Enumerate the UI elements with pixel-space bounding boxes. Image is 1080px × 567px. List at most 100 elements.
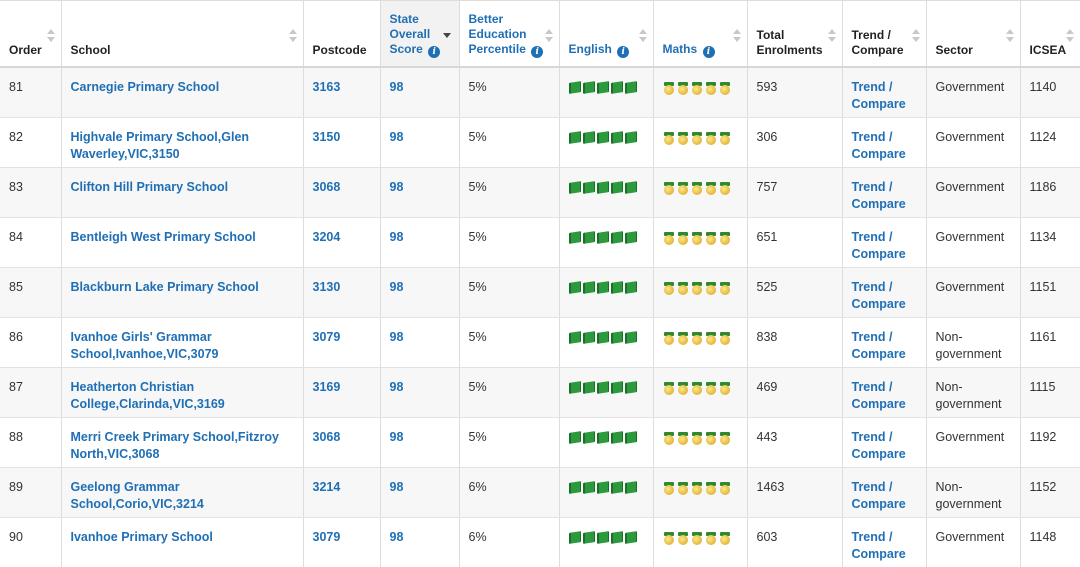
school-link[interactable]: Blackburn Lake Primary School bbox=[61, 267, 304, 318]
enrolments-cell: 838 bbox=[747, 317, 843, 368]
english-rating bbox=[568, 329, 647, 344]
school-link[interactable]: Bentleigh West Primary School bbox=[61, 217, 304, 268]
sort-icon[interactable] bbox=[544, 29, 553, 43]
column-header-english[interactable]: English i bbox=[559, 0, 654, 68]
table-row: 90 Ivanhoe Primary School 3079 98 6% 603… bbox=[0, 517, 1080, 567]
medal-icon bbox=[677, 281, 689, 295]
school-link[interactable]: Highvale Primary School,Glen Waverley,VIC… bbox=[61, 117, 304, 168]
icsea-cell: 1186 bbox=[1020, 167, 1080, 218]
sort-icon[interactable] bbox=[288, 29, 297, 43]
maths-rating-cell bbox=[653, 117, 748, 168]
column-header-maths[interactable]: Maths i bbox=[653, 0, 748, 68]
trend-compare-link[interactable]: Trend / Compare bbox=[842, 66, 927, 118]
school-link[interactable]: Ivanhoe Primary School bbox=[61, 517, 304, 567]
info-icon[interactable]: i bbox=[428, 45, 441, 58]
score-link[interactable]: 98 bbox=[380, 117, 460, 168]
enrolments-cell: 525 bbox=[747, 267, 843, 318]
medal-icon bbox=[691, 281, 703, 295]
score-link[interactable]: 98 bbox=[380, 317, 460, 368]
medal-icon bbox=[663, 131, 675, 145]
postcode-link[interactable]: 3068 bbox=[303, 167, 381, 218]
info-icon[interactable]: i bbox=[702, 45, 715, 58]
school-link[interactable]: Heatherton Christian College,Clarinda,VIC… bbox=[61, 367, 304, 418]
school-link[interactable]: Clifton Hill Primary School bbox=[61, 167, 304, 218]
trend-compare-link[interactable]: Trend / Compare bbox=[842, 367, 927, 418]
column-header-order[interactable]: Order bbox=[0, 0, 62, 68]
book-icon bbox=[610, 430, 623, 444]
trend-compare-link[interactable]: Trend / Compare bbox=[842, 117, 927, 168]
english-rating-cell bbox=[559, 117, 654, 168]
sort-icon[interactable] bbox=[1066, 29, 1074, 43]
postcode-link[interactable]: 3130 bbox=[303, 267, 381, 318]
trend-compare-link[interactable]: Trend / Compare bbox=[842, 267, 927, 318]
book-icon bbox=[610, 480, 623, 494]
order-cell: 88 bbox=[0, 417, 62, 468]
score-link[interactable]: 98 bbox=[380, 417, 460, 468]
column-header-trend-compare[interactable]: Trend / Compare bbox=[842, 0, 927, 68]
english-rating bbox=[568, 479, 647, 494]
column-header-sector[interactable]: Sector bbox=[926, 0, 1021, 68]
medal-icon bbox=[719, 531, 731, 545]
postcode-link[interactable]: 3169 bbox=[303, 367, 381, 418]
score-link[interactable]: 98 bbox=[380, 517, 460, 567]
postcode-link[interactable]: 3204 bbox=[303, 217, 381, 268]
info-icon[interactable]: i bbox=[617, 45, 630, 58]
medal-icon bbox=[691, 431, 703, 445]
score-link[interactable]: 98 bbox=[380, 167, 460, 218]
book-icon bbox=[624, 80, 637, 94]
score-link[interactable]: 98 bbox=[380, 267, 460, 318]
postcode-link[interactable]: 3163 bbox=[303, 66, 381, 118]
trend-compare-link[interactable]: Trend / Compare bbox=[842, 417, 927, 468]
postcode-link[interactable]: 3150 bbox=[303, 117, 381, 168]
postcode-link[interactable]: 3079 bbox=[303, 317, 381, 368]
trend-compare-link[interactable]: Trend / Compare bbox=[842, 517, 927, 567]
postcode-link[interactable]: 3079 bbox=[303, 517, 381, 567]
school-link[interactable]: Carnegie Primary School bbox=[61, 66, 304, 118]
trend-compare-link[interactable]: Trend / Compare bbox=[842, 217, 927, 268]
book-icon bbox=[568, 180, 581, 194]
book-icon bbox=[582, 80, 595, 94]
table-row: 86 Ivanhoe Girls' Grammar School,Ivanhoe,… bbox=[0, 317, 1080, 368]
sort-icon[interactable] bbox=[732, 29, 741, 43]
icsea-cell: 1152 bbox=[1020, 467, 1080, 518]
school-link[interactable]: Geelong Grammar School,Corio,VIC,3214 bbox=[61, 467, 304, 518]
trend-compare-link[interactable]: Trend / Compare bbox=[842, 467, 927, 518]
sort-icon[interactable] bbox=[638, 29, 647, 43]
book-icon bbox=[624, 230, 637, 244]
score-link[interactable]: 98 bbox=[380, 467, 460, 518]
score-link[interactable]: 98 bbox=[380, 367, 460, 418]
school-link[interactable]: Merri Creek Primary School,Fitzroy North,… bbox=[61, 417, 304, 468]
sort-icon[interactable] bbox=[46, 29, 55, 43]
percentile-cell: 5% bbox=[459, 117, 560, 168]
medal-icon bbox=[677, 381, 689, 395]
sector-cell: Non-government bbox=[926, 467, 1021, 518]
column-header-postcode[interactable]: Postcode bbox=[303, 0, 381, 68]
column-header-total-enrolments[interactable]: Total Enrolments bbox=[747, 0, 843, 68]
sort-descending-icon[interactable] bbox=[442, 33, 451, 38]
book-icon bbox=[568, 130, 581, 144]
postcode-link[interactable]: 3214 bbox=[303, 467, 381, 518]
trend-compare-link[interactable]: Trend / Compare bbox=[842, 317, 927, 368]
column-header-state-overall-score[interactable]: State Overall Score i bbox=[380, 0, 460, 68]
sort-icon[interactable] bbox=[827, 29, 836, 43]
book-icon bbox=[568, 80, 581, 94]
english-rating bbox=[568, 229, 647, 244]
column-header-icsea[interactable]: ICSEA bbox=[1020, 0, 1080, 68]
school-link[interactable]: Ivanhoe Girls' Grammar School,Ivanhoe,VIC… bbox=[61, 317, 304, 368]
postcode-link[interactable]: 3068 bbox=[303, 417, 381, 468]
table-body: 81 Carnegie Primary School 3163 98 5% 59… bbox=[0, 66, 1080, 567]
icsea-cell: 1161 bbox=[1020, 317, 1080, 368]
score-link[interactable]: 98 bbox=[380, 217, 460, 268]
column-header-better-education-percentile[interactable]: Better Education Percentile i bbox=[459, 0, 560, 68]
trend-compare-link[interactable]: Trend / Compare bbox=[842, 167, 927, 218]
column-header-school[interactable]: School bbox=[61, 0, 304, 68]
sort-icon[interactable] bbox=[1005, 29, 1014, 43]
medal-icon bbox=[663, 331, 675, 345]
score-link[interactable]: 98 bbox=[380, 66, 460, 118]
sector-cell: Government bbox=[926, 517, 1021, 567]
sort-icon[interactable] bbox=[911, 29, 920, 43]
maths-rating-cell bbox=[653, 367, 748, 418]
info-icon[interactable]: i bbox=[531, 45, 544, 58]
book-icon bbox=[582, 130, 595, 144]
book-icon bbox=[624, 280, 637, 294]
